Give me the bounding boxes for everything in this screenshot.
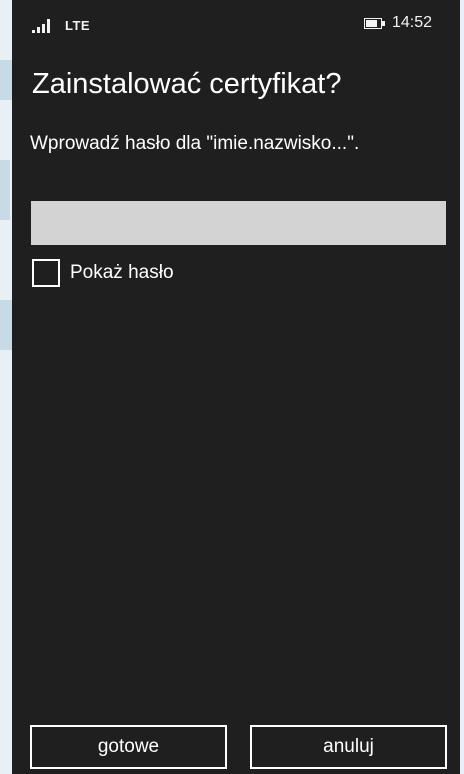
network-type-label: LTE [65, 18, 91, 33]
status-bar: LTE 14:52 [12, 0, 460, 40]
clock-time: 14:52 [392, 14, 433, 31]
signal-strength-icon [32, 19, 56, 33]
dialog-title: Zainstalować certyfikat? [32, 68, 342, 100]
show-password-checkbox[interactable] [32, 259, 60, 287]
show-password-label: Pokaż hasło [70, 262, 174, 283]
phone-screen: LTE 14:52 Zainstalować certyfikat? Wprow… [12, 0, 460, 774]
done-button[interactable]: gotowe [30, 725, 227, 769]
password-input[interactable] [31, 201, 446, 245]
cancel-button[interactable]: anuluj [250, 725, 447, 769]
background-stripe [0, 300, 12, 350]
background-stripe [0, 160, 10, 220]
battery-tip [382, 21, 385, 26]
battery-icon [364, 18, 382, 29]
password-prompt: Wprowadź hasło dla "imie.nazwisko...". [30, 133, 360, 154]
show-password-toggle[interactable]: Pokaż hasło [32, 258, 174, 288]
